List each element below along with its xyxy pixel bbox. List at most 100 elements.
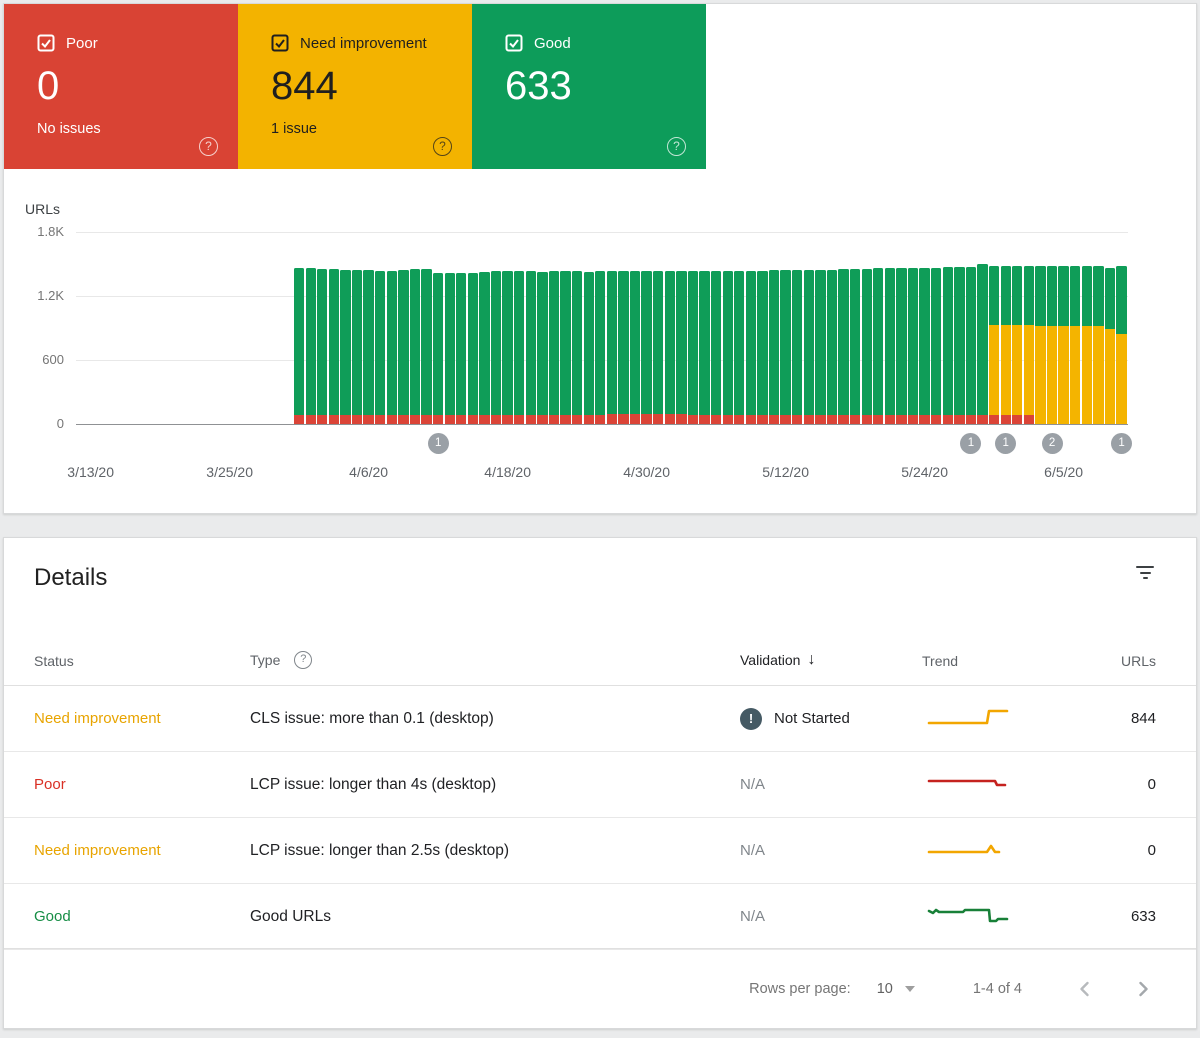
- chart-bar[interactable]: [387, 271, 397, 424]
- poor-segment: [340, 415, 350, 424]
- chart-bar[interactable]: [641, 271, 651, 424]
- chart-bar[interactable]: [769, 270, 779, 424]
- column-header-urls[interactable]: URLs: [1076, 653, 1156, 669]
- chart-bar[interactable]: [1001, 266, 1011, 424]
- chart-bar[interactable]: [919, 268, 929, 424]
- chart-bar[interactable]: [560, 271, 570, 424]
- column-header-validation[interactable]: Validation ↓: [726, 651, 922, 669]
- chart-bar[interactable]: [1012, 266, 1022, 424]
- chart-bar[interactable]: [1024, 266, 1034, 424]
- chart-bar[interactable]: [618, 271, 628, 424]
- chart-bar[interactable]: [653, 271, 663, 424]
- chart-bar[interactable]: [329, 269, 339, 424]
- chart-bar[interactable]: [699, 271, 709, 424]
- chart-bar[interactable]: [549, 271, 559, 424]
- chart-bar[interactable]: [966, 267, 976, 424]
- chart-bar[interactable]: [943, 267, 953, 424]
- chart-bar[interactable]: [908, 268, 918, 424]
- chart-bar[interactable]: [746, 271, 756, 424]
- chart-bar[interactable]: [804, 270, 814, 424]
- chart-bar[interactable]: [676, 271, 686, 424]
- chart-bar[interactable]: [989, 266, 999, 424]
- chart-bar[interactable]: [294, 268, 304, 424]
- chart-bar[interactable]: [838, 269, 848, 424]
- chart-bar[interactable]: [792, 270, 802, 424]
- chart-bar[interactable]: [607, 271, 617, 424]
- chart-bar[interactable]: [410, 269, 420, 424]
- chart-bar[interactable]: [526, 271, 536, 424]
- chart-bar[interactable]: [688, 271, 698, 424]
- chart-bar[interactable]: [398, 270, 408, 424]
- chart-bar[interactable]: [734, 271, 744, 424]
- filter-icon[interactable]: [1134, 564, 1156, 584]
- chart-bar[interactable]: [977, 264, 987, 424]
- annotation-badge[interactable]: 1: [428, 433, 449, 454]
- good-segment: [560, 271, 570, 415]
- table-row[interactable]: Need improvement CLS issue: more than 0.…: [4, 686, 1196, 752]
- chart-bar[interactable]: [1093, 266, 1103, 424]
- chart-bar[interactable]: [885, 268, 895, 424]
- chart-bar[interactable]: [630, 271, 640, 424]
- good-segment: [630, 271, 640, 414]
- previous-page-button[interactable]: [1072, 976, 1098, 1002]
- chart-bar[interactable]: [445, 273, 455, 424]
- chart-bar[interactable]: [1116, 266, 1126, 424]
- column-header-status[interactable]: Status: [34, 653, 250, 669]
- chart-bar[interactable]: [862, 269, 872, 424]
- chart-bar[interactable]: [850, 269, 860, 424]
- column-header-type[interactable]: Type: [250, 652, 280, 668]
- chart-bar[interactable]: [815, 270, 825, 424]
- chart-bar[interactable]: [375, 271, 385, 424]
- good-segment: [306, 268, 316, 416]
- chart-bar[interactable]: [757, 271, 767, 424]
- chart-bar[interactable]: [363, 270, 373, 424]
- good-segment: [618, 271, 628, 414]
- table-row[interactable]: Poor LCP issue: longer than 4s (desktop)…: [4, 752, 1196, 818]
- chart-bar[interactable]: [723, 271, 733, 424]
- chart-bar[interactable]: [572, 271, 582, 424]
- rows-per-page-select[interactable]: 10: [877, 981, 915, 997]
- chart-bar[interactable]: [711, 271, 721, 424]
- chart-bar[interactable]: [1082, 266, 1092, 424]
- chart-bar[interactable]: [514, 271, 524, 424]
- table-row[interactable]: Good Good URLs ! N/A 633: [4, 884, 1196, 950]
- chart-bar[interactable]: [456, 273, 466, 424]
- chart-bar[interactable]: [954, 267, 964, 424]
- chart-bar[interactable]: [873, 268, 883, 424]
- chart-bar[interactable]: [1047, 266, 1057, 424]
- chart-bar[interactable]: [491, 271, 501, 424]
- chart-bar[interactable]: [340, 270, 350, 424]
- chart-bar[interactable]: [780, 270, 790, 424]
- chart-bar[interactable]: [595, 271, 605, 424]
- chart-bar[interactable]: [433, 273, 443, 424]
- chart-bar[interactable]: [479, 272, 489, 424]
- need-improvement-segment: [1105, 329, 1115, 424]
- next-page-button[interactable]: [1130, 976, 1156, 1002]
- chart-bar[interactable]: [1105, 268, 1115, 424]
- chart-bar[interactable]: [896, 268, 906, 424]
- chart-bar[interactable]: [584, 272, 594, 424]
- chart-bar[interactable]: [1058, 266, 1068, 424]
- poor-segment: [294, 415, 304, 424]
- chart-bar[interactable]: [1035, 266, 1045, 424]
- chart-bar[interactable]: [827, 270, 837, 424]
- table-row[interactable]: Need improvement LCP issue: longer than …: [4, 818, 1196, 884]
- good-segment: [746, 271, 756, 416]
- chart-bar[interactable]: [306, 268, 316, 424]
- column-header-trend[interactable]: Trend: [922, 653, 1076, 669]
- chart-bar[interactable]: [421, 269, 431, 424]
- chart-bar[interactable]: [468, 273, 478, 424]
- chart-bar[interactable]: [665, 271, 675, 424]
- dropdown-caret-icon: [905, 986, 915, 992]
- chart-bar[interactable]: [502, 271, 512, 424]
- annotation-badge[interactable]: 2: [1042, 433, 1063, 454]
- chart-bar[interactable]: [352, 270, 362, 424]
- annotation-badge[interactable]: 1: [960, 433, 981, 454]
- chart-bar[interactable]: [537, 272, 547, 424]
- chart-bar[interactable]: [1070, 266, 1080, 424]
- chart-bar[interactable]: [317, 269, 327, 424]
- help-icon[interactable]: ?: [294, 651, 312, 669]
- chart-bar[interactable]: [931, 268, 941, 424]
- annotation-badge[interactable]: 1: [1111, 433, 1132, 454]
- annotation-badge[interactable]: 1: [995, 433, 1016, 454]
